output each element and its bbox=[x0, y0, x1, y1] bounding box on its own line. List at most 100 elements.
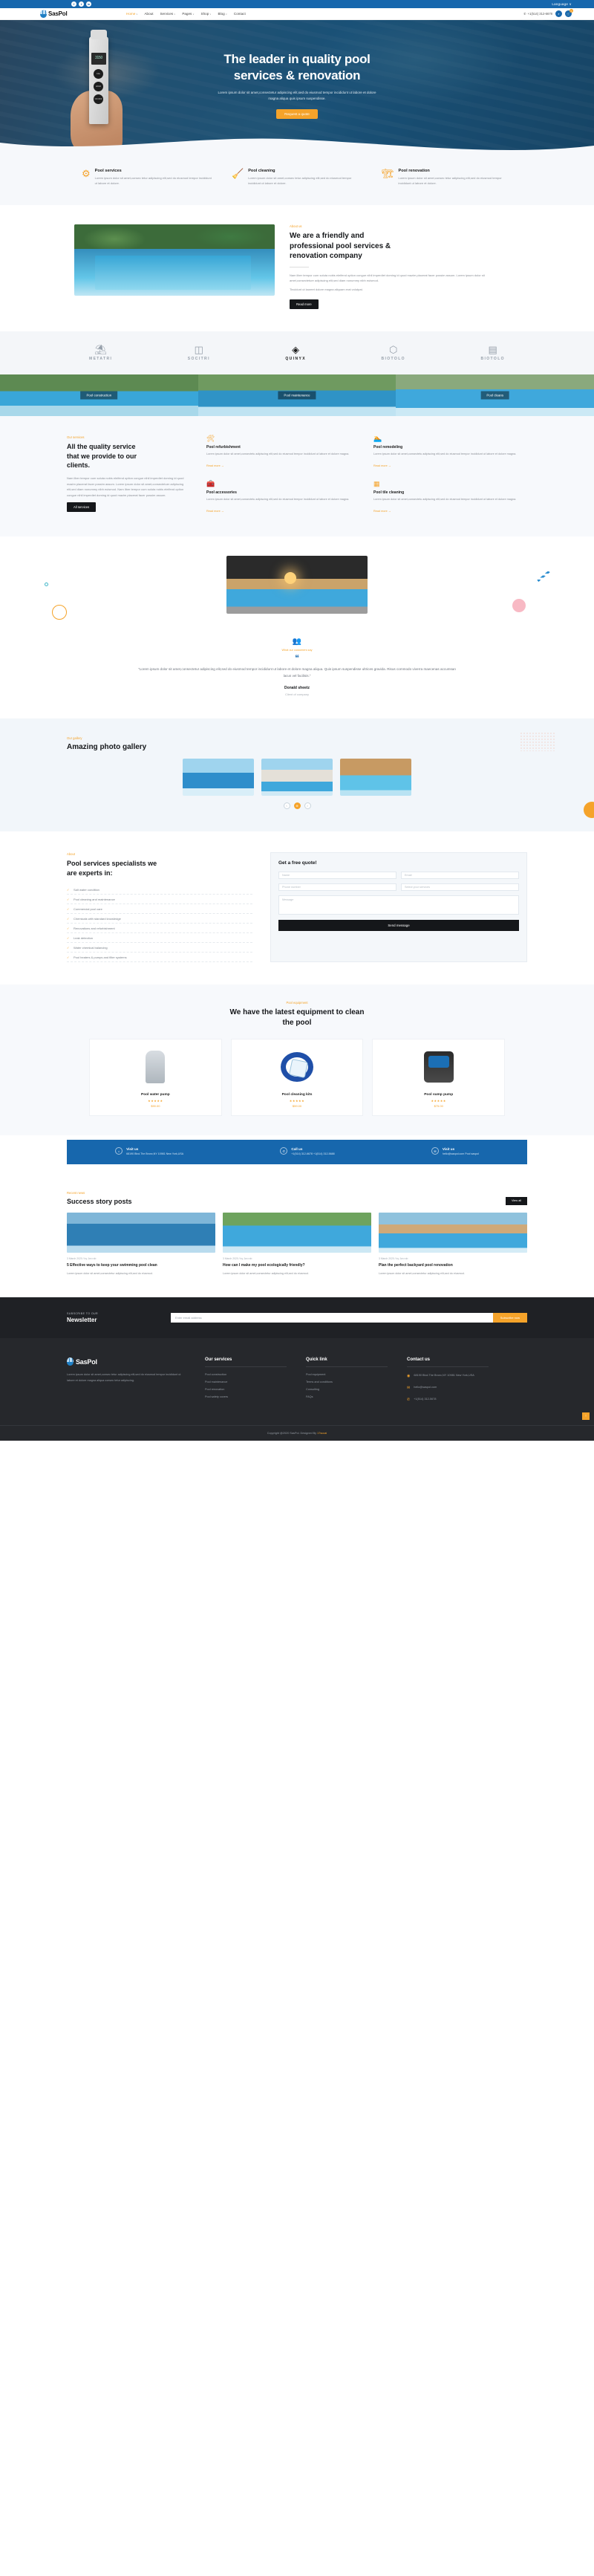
quality-item[interactable]: ▦ Pool tile cleaning Lorem ipsum dolor s… bbox=[373, 481, 527, 516]
phone-icon: ✆ bbox=[280, 1147, 288, 1155]
about-read-more-button[interactable]: Read more bbox=[290, 299, 319, 310]
about-eyebrow: About us bbox=[290, 224, 302, 228]
service-text: Lorem ipsum dolor sit amet,consec tetur … bbox=[398, 176, 502, 185]
hose-shape bbox=[281, 1052, 313, 1082]
gallery-image[interactable] bbox=[183, 758, 254, 796]
all-services-button[interactable]: All services bbox=[67, 502, 97, 513]
read-more-link[interactable]: Read more → bbox=[373, 510, 391, 513]
quality-item[interactable]: 🧰 Pool accessories Lorem ipsum dolor sit… bbox=[206, 481, 360, 516]
about-paragraph-2: Tincidunt ut laoreet dolore magna aliqua… bbox=[290, 287, 363, 291]
footer-link[interactable]: Pool construction bbox=[205, 1373, 287, 1376]
logo[interactable]: SasPol bbox=[40, 10, 122, 18]
search-icon[interactable]: ⌕ bbox=[555, 10, 562, 17]
nav-label: Blog bbox=[218, 12, 225, 16]
quality-item[interactable]: 🛠 Pool refurbishment Lorem ipsum dolor s… bbox=[206, 435, 360, 470]
list-item: Renovations and refurbishment bbox=[67, 924, 252, 933]
top-bar: f t in Language ∨ bbox=[0, 0, 594, 8]
brand-logo[interactable]: ▤ BIOTOLO bbox=[480, 345, 505, 361]
service-card[interactable]: 🏗 Pool renovation Lorem ipsum dolor sit … bbox=[382, 169, 512, 186]
brand-logos: ⛱ METATRI ◫ SOCITRI ◈ QUINYX ⬡ BIOTOLO ▤ BIOT… bbox=[0, 331, 594, 375]
quality-item[interactable]: 🏊 Pool remodeling Lorem ipsum dolor sit … bbox=[373, 435, 527, 470]
footer-link[interactable]: FAQs bbox=[306, 1395, 388, 1398]
nav-item-shop[interactable]: Shop∨ bbox=[201, 12, 212, 16]
nav-item-home[interactable]: Home∨ bbox=[126, 12, 137, 16]
category-tile[interactable]: Pool construction bbox=[0, 374, 198, 417]
gallery-prev-button[interactable]: ‹ bbox=[283, 802, 290, 809]
service-select[interactable]: Select your services bbox=[401, 883, 519, 891]
pool-cleaning-kits-image bbox=[236, 1046, 359, 1088]
blog-excerpt: Lorem ipsum dolor sit amet,consectetur a… bbox=[223, 1272, 309, 1276]
footer-link[interactable]: Consulting bbox=[306, 1388, 388, 1391]
category-tile[interactable]: Pool cleans bbox=[396, 374, 594, 417]
quality-paragraph: Nam liber tempor cum soluta nobis eleife… bbox=[67, 476, 184, 497]
blog-post-card[interactable]: 3 March 2020 / by Jon rob 5 Effective wa… bbox=[67, 1212, 215, 1276]
brand-icon: ▤ bbox=[488, 344, 497, 356]
email-field[interactable]: Email bbox=[401, 871, 519, 879]
service-card[interactable]: 🧹 Pool cleaning Lorem ipsum dolor sit am… bbox=[232, 169, 362, 186]
scroll-to-top-button[interactable]: ↑ bbox=[582, 1412, 590, 1420]
blog-post-card[interactable]: 3 March 2020 / by Jon rob Plan the perfe… bbox=[379, 1212, 527, 1276]
quality-item-title: Pool remodeling bbox=[373, 445, 403, 450]
brand-logo[interactable]: ◫ SOCITRI bbox=[188, 345, 210, 361]
rating-stars: ★★★★★ bbox=[431, 1099, 446, 1103]
visit-us-item[interactable]: ⌂ Visit us 68190 Blvd.The Bronx,NY 10981… bbox=[115, 1147, 183, 1157]
cart-icon[interactable]: 🛒 0 bbox=[565, 9, 573, 17]
brand-logo[interactable]: ⬡ BIOTOLO bbox=[381, 345, 405, 361]
email-text: hello@saspol.com bbox=[414, 1386, 437, 1389]
linkedin-icon[interactable]: in bbox=[86, 1, 91, 7]
pool-renovation-icon: 🏗 bbox=[382, 168, 394, 179]
nav-item-contact[interactable]: Contact bbox=[234, 12, 246, 16]
nav-item-about[interactable]: About bbox=[144, 12, 153, 16]
language-selector[interactable]: Language ∨ bbox=[552, 2, 572, 7]
pool-logo-icon bbox=[40, 10, 47, 18]
quality-services-section: Our services All the quality service tha… bbox=[0, 416, 594, 536]
stripe-decoration bbox=[537, 570, 550, 583]
gallery-expand-button[interactable]: ⊕ bbox=[293, 802, 301, 809]
equipment-card[interactable]: Pool water pump ★★★★★ $90.00 bbox=[89, 1039, 222, 1116]
footer-link[interactable]: Pool equipment bbox=[306, 1373, 388, 1376]
phone-field[interactable]: Phone number bbox=[278, 883, 396, 891]
footer-phone[interactable]: ✆ +1(514) 312-5678 bbox=[407, 1397, 489, 1404]
view-all-button[interactable]: View all bbox=[505, 1196, 527, 1205]
read-more-link[interactable]: Read more → bbox=[206, 510, 224, 513]
footer-link[interactable]: Pool maintenance bbox=[205, 1381, 287, 1383]
service-card[interactable]: ⚙ Pool services Lorem ipsum dolor sit am… bbox=[82, 169, 212, 186]
nav-item-blog[interactable]: Blog∨ bbox=[218, 12, 226, 16]
footer-link[interactable]: Terms and conditions bbox=[306, 1381, 388, 1383]
call-us-item[interactable]: ✆ Call us +1(514) 312-6678 +1(514) 312-5… bbox=[280, 1147, 335, 1157]
pool-remodeling-icon: 🏊 bbox=[373, 435, 382, 443]
blog-post-card[interactable]: 3 March 2020 / by Jon rob How can I make… bbox=[223, 1212, 371, 1276]
send-message-button[interactable]: Send message bbox=[278, 919, 519, 931]
request-quote-button[interactable]: Request a quote bbox=[276, 108, 318, 119]
newsletter-email-input[interactable]: Enter email address bbox=[171, 1313, 493, 1323]
name-field[interactable]: Name bbox=[278, 871, 396, 879]
twitter-icon[interactable]: t bbox=[79, 1, 84, 7]
chevron-down-icon: ∨ bbox=[209, 13, 212, 16]
footer-logo[interactable]: SasPol bbox=[67, 1357, 186, 1366]
equipment-card[interactable]: Pool cleaning kits ★★★★★ $59.00 bbox=[230, 1039, 364, 1116]
designer-link[interactable]: 17sucai bbox=[317, 1432, 327, 1435]
nav-item-services[interactable]: Services∨ bbox=[160, 12, 175, 16]
brand-logo[interactable]: ⛱ METATRI bbox=[89, 345, 112, 361]
footer-link[interactable]: Pool safety covers bbox=[205, 1395, 287, 1398]
brand-logo[interactable]: ◈ QUINYX bbox=[285, 345, 306, 361]
read-more-link[interactable]: Read more → bbox=[206, 464, 224, 467]
facebook-icon[interactable]: f bbox=[71, 1, 76, 7]
subscribe-button[interactable]: Subscribe now bbox=[492, 1313, 527, 1323]
footer-email[interactable]: ✉ hello@saspol.com bbox=[407, 1385, 489, 1392]
pool-accessories-icon: 🧰 bbox=[206, 480, 215, 488]
email-us-item[interactable]: ✉ Visit us hello@saspol.com Pool saspol bbox=[431, 1147, 479, 1157]
message-field[interactable]: Message bbox=[278, 895, 519, 915]
category-tile[interactable]: Pool maintenance bbox=[198, 374, 396, 417]
read-more-link[interactable]: Read more → bbox=[373, 464, 391, 467]
gallery-image[interactable] bbox=[340, 758, 411, 796]
equipment-card[interactable]: Pool sump pump ★★★★★ $75.00 bbox=[372, 1039, 506, 1116]
gallery-image[interactable] bbox=[261, 758, 333, 796]
testimonial-author: Donald sheetz bbox=[284, 685, 310, 690]
header-phone[interactable]: ✆ +1(514) 312-6678 bbox=[523, 12, 552, 16]
header-actions: ✆ +1(514) 312-6678 ⌕ 🛒 0 bbox=[523, 9, 573, 17]
quote-form: Get a free quote! Name Email Phone numbe… bbox=[270, 851, 527, 962]
nav-item-pages[interactable]: Pages∨ bbox=[182, 12, 194, 16]
gallery-next-button[interactable]: › bbox=[304, 802, 311, 809]
footer-link[interactable]: Pool renovation bbox=[205, 1388, 287, 1391]
